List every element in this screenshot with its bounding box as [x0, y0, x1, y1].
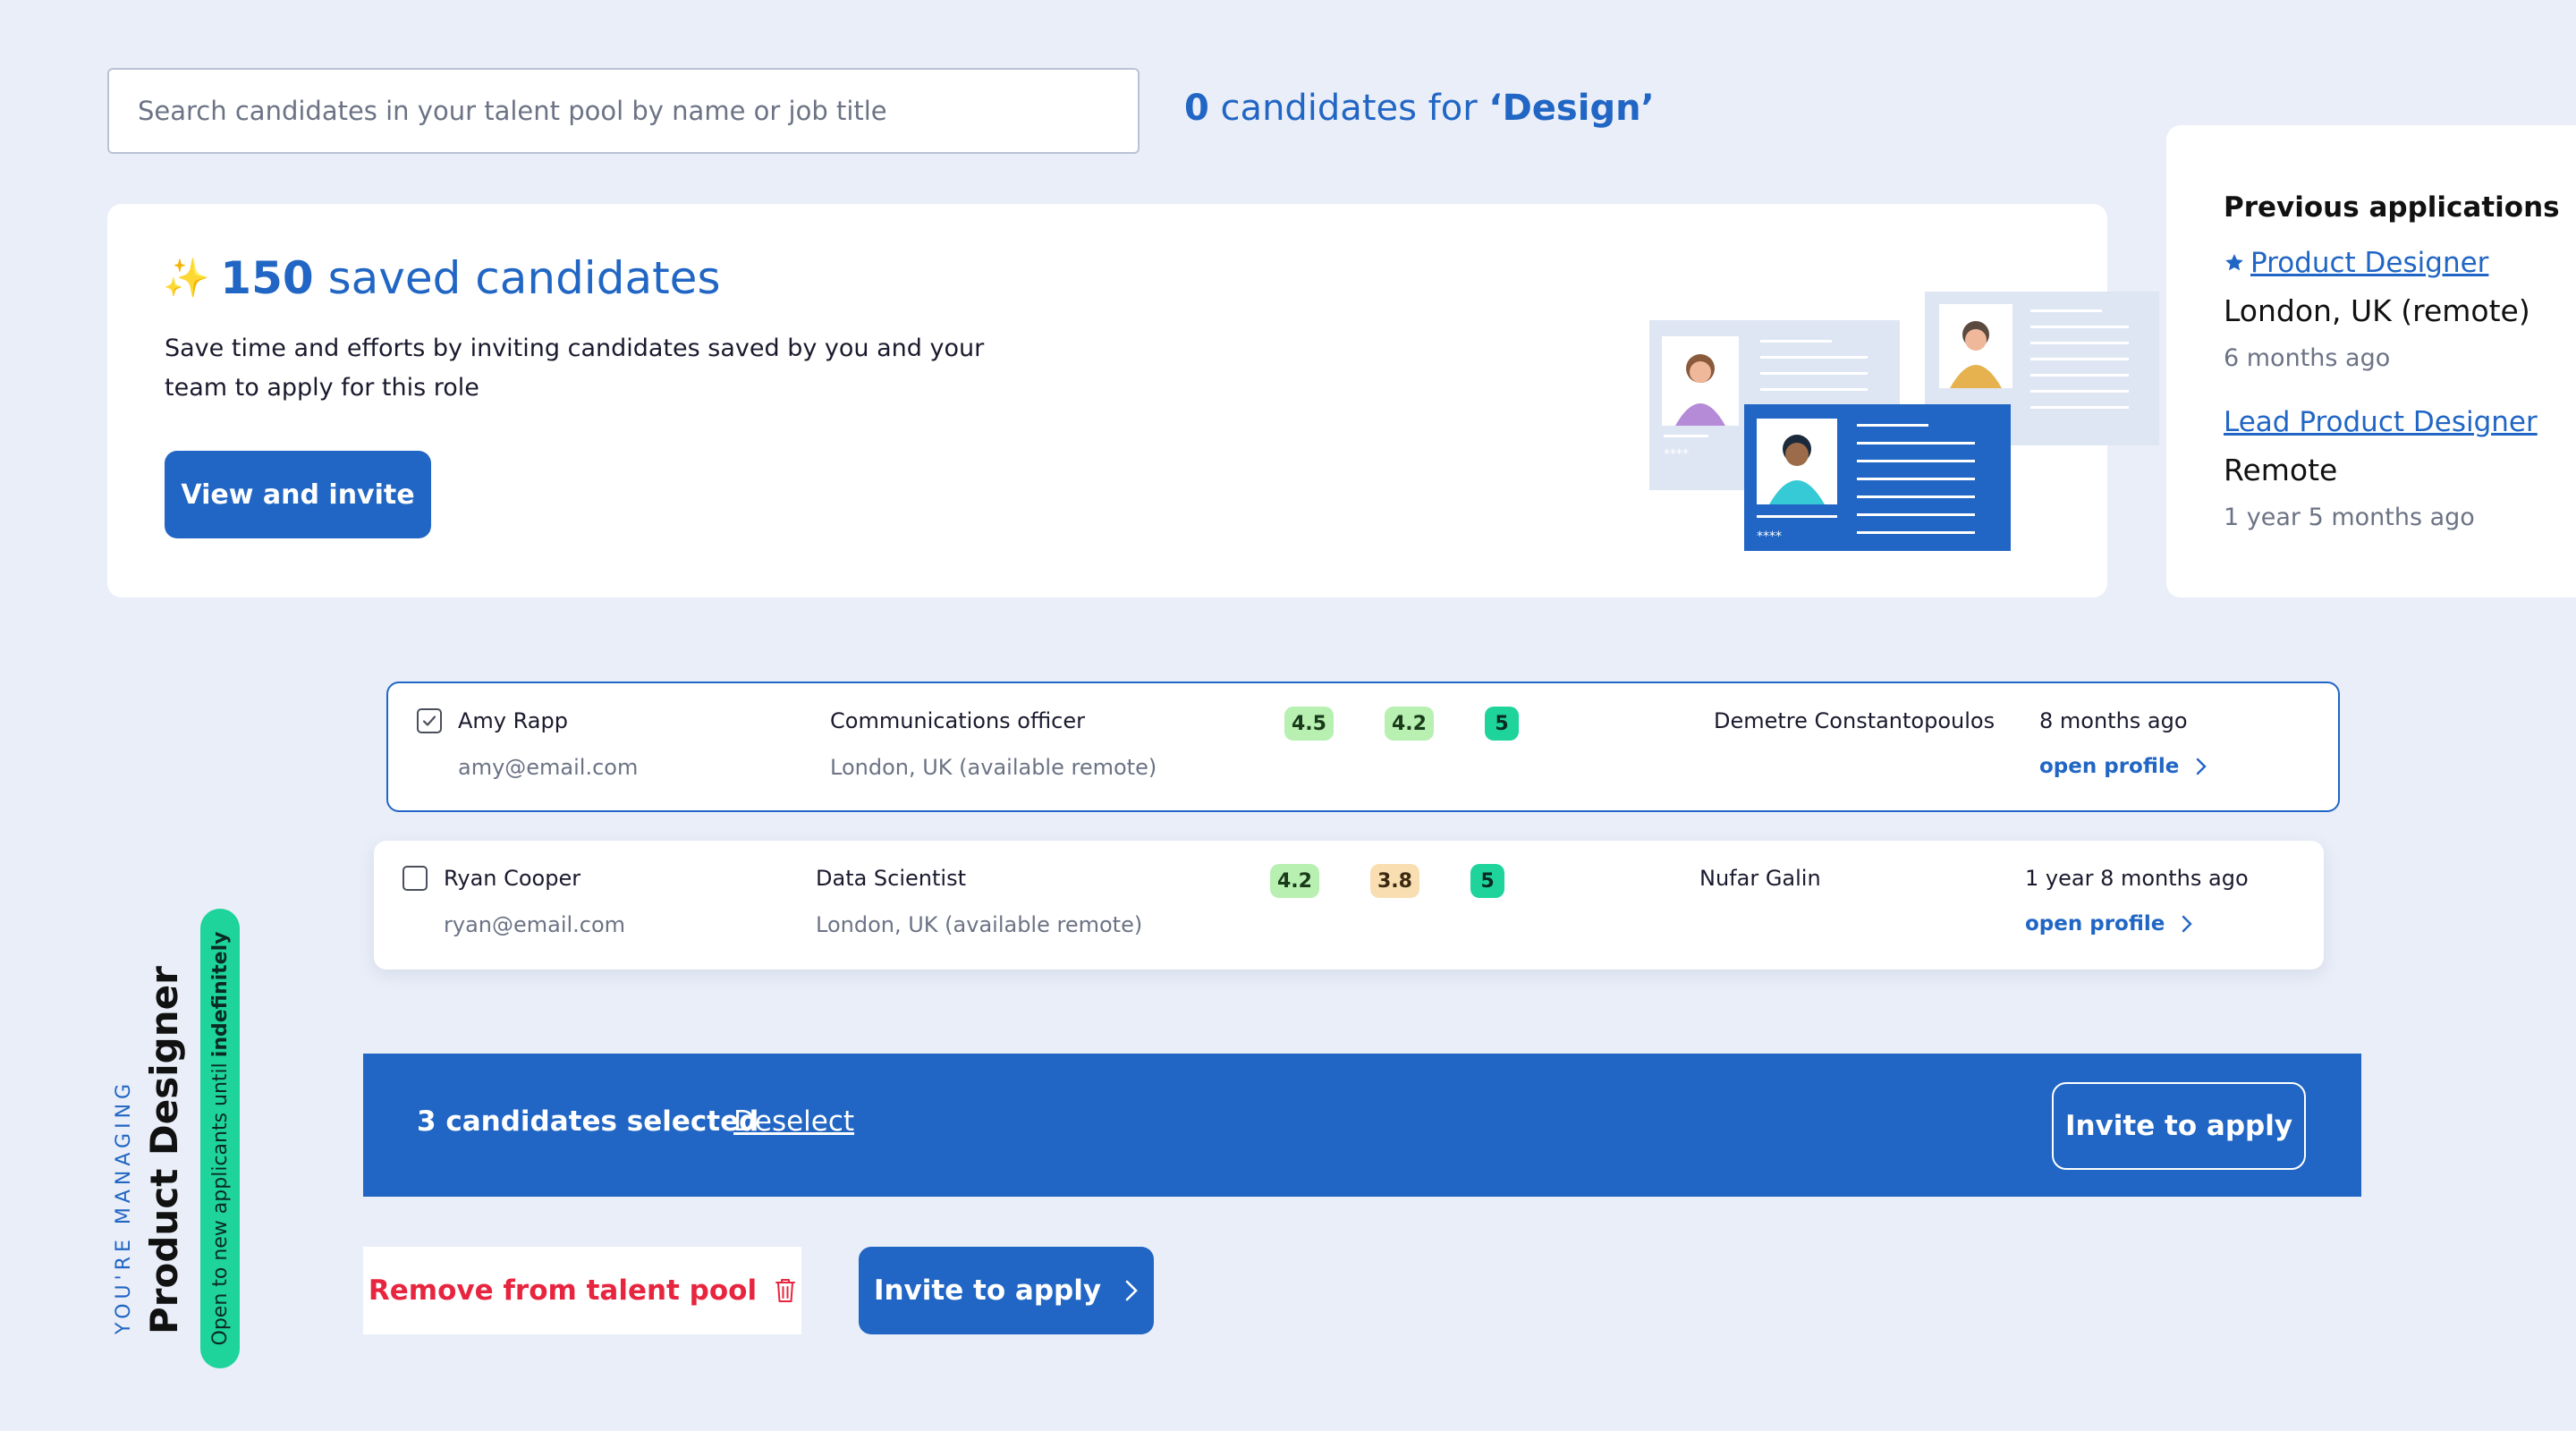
candidate-email: amy@email.com	[458, 755, 639, 780]
deselect-link[interactable]: Deselect	[733, 1105, 854, 1138]
candidate-role: Communications officer	[830, 708, 1086, 733]
candidate-location: London, UK (available remote)	[816, 912, 1143, 937]
candidate-saved-time: 1 year 8 months ago	[2025, 866, 2249, 891]
score-badge: 4.5	[1284, 707, 1334, 741]
open-profile-label: open profile	[2025, 912, 2165, 936]
candidate-row[interactable]: Ryan Cooper ryan@email.com Data Scientis…	[374, 841, 2324, 970]
previous-application-title: Lead Product Designer	[2224, 406, 2538, 438]
saved-candidates-title: ✨ 150 saved candidates	[163, 252, 721, 304]
saved-title-text: saved candidates	[327, 252, 721, 304]
candidate-checkbox[interactable]	[417, 708, 442, 733]
open-profile-link[interactable]: open profile	[2025, 912, 2193, 936]
candidate-cards-illustration: **** ****	[1649, 292, 2159, 551]
previous-applications-title: Previous applications	[2224, 191, 2560, 224]
candidate-saved-by: Demetre Constantopoulos	[1714, 708, 1996, 733]
saved-candidates-card: ✨ 150 saved candidates Save time and eff…	[107, 204, 2159, 597]
previous-application-time: 1 year 5 months ago	[2224, 504, 2475, 531]
remove-from-talent-pool-button[interactable]: Remove from talent pool	[363, 1247, 801, 1334]
invite-to-apply-bar-button[interactable]: Invite to apply	[2052, 1082, 2306, 1170]
invite-button-label: Invite to apply	[873, 1274, 1102, 1307]
score-badge: 4.2	[1270, 864, 1319, 898]
result-count-number: 0	[1184, 88, 1209, 129]
open-profile-label: open profile	[2039, 755, 2180, 778]
result-count-label: candidates for	[1208, 88, 1489, 129]
status-prefix: Open to new applicants until	[208, 1063, 232, 1346]
previous-application-location: London, UK (remote)	[2224, 293, 2530, 328]
saved-description: Save time and efforts by inviting candid…	[165, 334, 985, 402]
view-and-invite-button[interactable]: View and invite	[165, 451, 431, 538]
open-profile-link[interactable]: open profile	[2039, 755, 2207, 778]
status-value: indefinitely	[208, 931, 232, 1058]
candidate-role: Data Scientist	[816, 866, 966, 891]
remove-button-label: Remove from talent pool	[368, 1274, 758, 1307]
previous-application-link[interactable]: Product Designer	[2224, 247, 2530, 279]
candidate-location: London, UK (available remote)	[830, 755, 1157, 780]
star-icon	[2225, 254, 2243, 271]
previous-applications-card: Previous applications Product Designer L…	[2166, 125, 2576, 597]
selection-bar: 3 candidates selected Deselect Invite to…	[363, 1054, 2361, 1197]
candidate-saved-by: Nufar Galin	[1699, 866, 1821, 891]
managing-label: YOU'RE MANAGING	[113, 1079, 135, 1334]
candidate-email: ryan@email.com	[444, 912, 626, 937]
status-pill: Open to new applicants until indefinitely	[200, 909, 240, 1368]
chevron-right-icon	[2197, 758, 2207, 775]
search-box[interactable]	[107, 68, 1140, 154]
score-badge: 4.2	[1385, 707, 1434, 741]
managing-role-block: YOU'RE MANAGING Product Designer	[113, 966, 186, 1334]
candidate-row[interactable]: Amy Rapp amy@email.com Communications of…	[386, 682, 2340, 812]
card-rating-front: ****	[1757, 529, 1782, 544]
result-count-query: ‘Design’	[1488, 88, 1655, 129]
score-badge: 3.8	[1370, 864, 1419, 898]
previous-application-location: Remote	[2224, 453, 2338, 487]
selection-count: 3 candidates selected	[417, 1105, 759, 1138]
score-badge: 5	[1485, 707, 1519, 741]
chevron-right-icon	[1125, 1280, 1138, 1301]
chevron-right-icon	[2182, 915, 2193, 933]
candidate-name: Ryan Cooper	[444, 866, 581, 891]
previous-application-link[interactable]: Lead Product Designer	[2224, 406, 2538, 438]
previous-application-item: Product Designer London, UK (remote) 6 m…	[2224, 247, 2530, 372]
previous-application-time: 6 months ago	[2224, 344, 2391, 372]
candidate-name: Amy Rapp	[458, 708, 568, 733]
managing-role: Product Designer	[142, 966, 186, 1334]
score-badge: 5	[1470, 864, 1504, 898]
previous-application-title: Product Designer	[2250, 247, 2489, 279]
trash-icon	[775, 1279, 796, 1302]
check-icon	[422, 716, 436, 726]
result-count: 0 candidates for ‘Design’	[1184, 88, 1655, 129]
sparkles-icon: ✨	[163, 256, 210, 300]
previous-application-item: Lead Product Designer Remote 1 year 5 mo…	[2224, 406, 2538, 531]
invite-to-apply-button[interactable]: Invite to apply	[859, 1247, 1154, 1334]
candidate-checkbox[interactable]	[402, 866, 428, 891]
saved-count: 150	[220, 252, 314, 304]
card-rating-left: ****	[1664, 447, 1689, 461]
search-input[interactable]	[138, 96, 1138, 126]
candidate-saved-time: 8 months ago	[2039, 708, 2188, 733]
